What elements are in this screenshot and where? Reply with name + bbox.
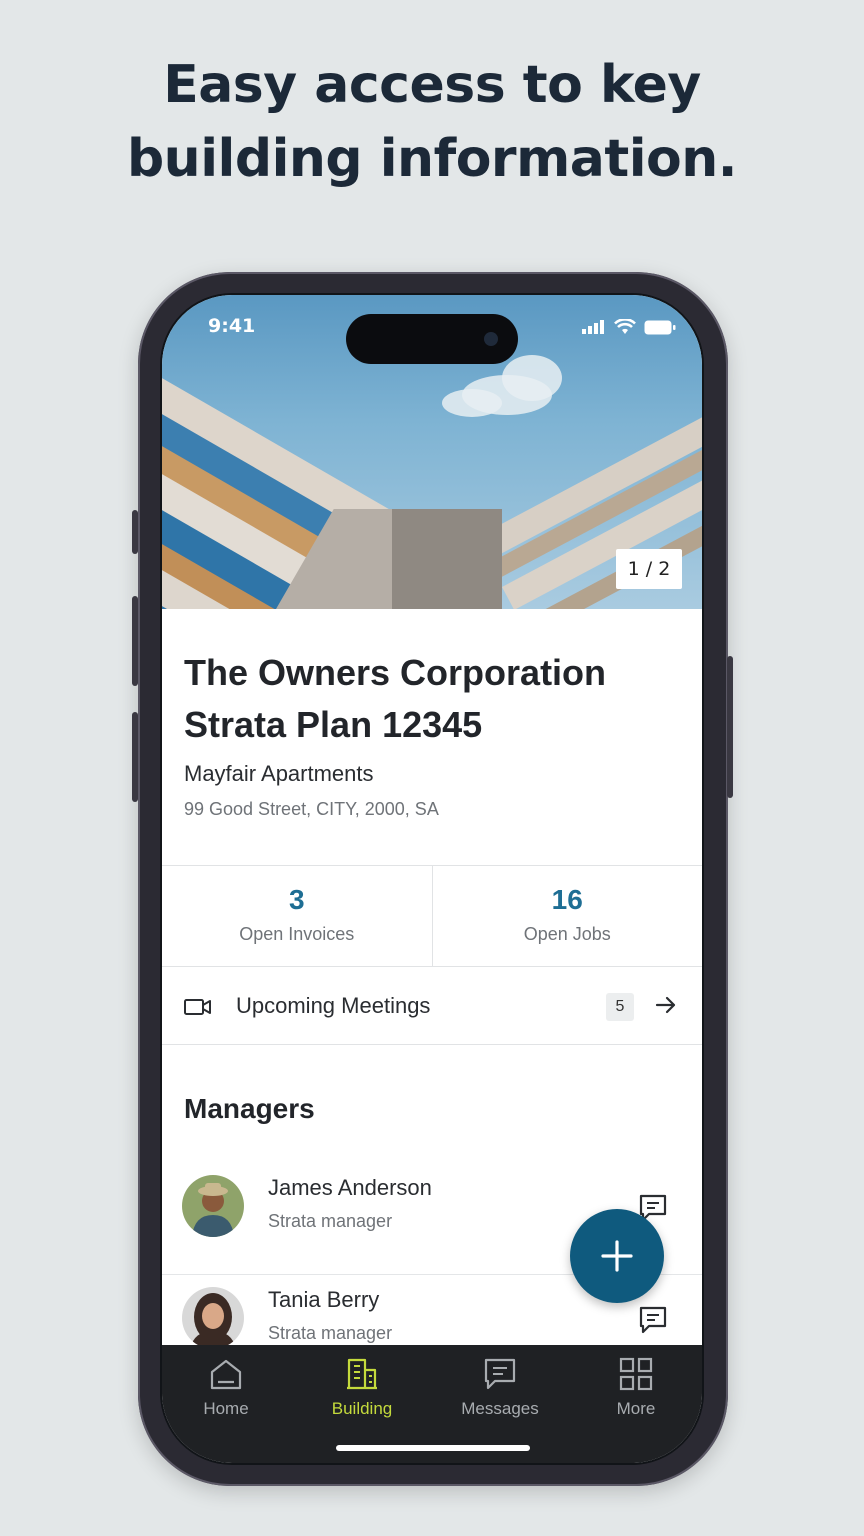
open-invoices-count: 3 [288, 884, 305, 915]
nav-item-more[interactable]: More [586, 1357, 686, 1419]
manager-name: Tania Berry [268, 1287, 380, 1312]
status-icons [582, 319, 676, 335]
building-title-line-1: The Owners Corporation [184, 652, 607, 693]
headline-line-1: Easy access to key [163, 55, 701, 115]
avatar [182, 1175, 244, 1237]
nav-label-building: Building [331, 1399, 393, 1418]
stats-row: 3 Open Invoices 16 Open Jobs [162, 865, 702, 967]
nav-item-building[interactable]: Building [312, 1357, 412, 1419]
wifi-icon [614, 319, 636, 334]
chat-icon[interactable] [638, 1305, 668, 1335]
building-title: The Owners Corporation Strata Plan 12345 [184, 647, 684, 751]
nav-item-messages[interactable]: Messages [450, 1357, 550, 1419]
nav-label-messages: Messages [461, 1399, 539, 1418]
open-invoices-label: Open Invoices [239, 924, 355, 944]
headline-line-2: building information. [126, 129, 738, 189]
building-name: Mayfair Apartments [184, 761, 374, 786]
home-icon [210, 1359, 242, 1390]
phone-volume-down-button [132, 712, 138, 802]
phone-action-button [132, 510, 138, 554]
signal-icon [582, 320, 604, 334]
battery-icon [644, 320, 676, 334]
plus-icon [601, 1240, 633, 1272]
phone-bezel: 1 / 2 9:41 The Owners Corporation Strata… [160, 293, 704, 1465]
dynamic-island [346, 314, 518, 364]
open-jobs-count: 16 [551, 884, 583, 915]
message-icon [484, 1358, 516, 1390]
avatar [182, 1287, 244, 1349]
cloud [442, 389, 502, 417]
app-screen: 1 / 2 9:41 The Owners Corporation Strata… [162, 295, 702, 1463]
meetings-count-badge: 5 [606, 993, 634, 1021]
grid-icon [619, 1357, 653, 1391]
camera-icon [484, 332, 498, 346]
headline: Easy access to key building information. [0, 48, 864, 196]
manager-name: James Anderson [268, 1175, 432, 1200]
nav-label-home: Home [203, 1399, 249, 1418]
home-indicator[interactable] [336, 1445, 530, 1451]
cloud [502, 355, 562, 401]
nav-label-more: More [616, 1399, 656, 1418]
video-icon [184, 999, 211, 1015]
building-title-line-2: Strata Plan 12345 [184, 704, 483, 745]
phone-volume-up-button [132, 596, 138, 686]
manager-role: Strata manager [268, 1323, 393, 1343]
nav-item-home[interactable]: Home [176, 1357, 276, 1419]
arrow-right-icon [655, 996, 676, 1014]
building-tower-shadow [392, 509, 502, 609]
photo-counter: 1 / 2 [616, 549, 682, 589]
open-jobs-card[interactable]: 16 Open Jobs [431, 866, 703, 966]
open-jobs-label: Open Jobs [523, 924, 611, 944]
open-invoices-card[interactable]: 3 Open Invoices [162, 866, 432, 966]
managers-heading: Managers [184, 1093, 315, 1124]
status-time: 9:41 [208, 315, 256, 337]
add-button[interactable] [570, 1209, 664, 1303]
manager-role: Strata manager [268, 1211, 393, 1231]
upcoming-meetings-row[interactable]: Upcoming Meetings 5 [162, 969, 702, 1045]
building-address: 99 Good Street, CITY, 2000, SA [184, 799, 439, 819]
upcoming-meetings-label: Upcoming Meetings [236, 993, 431, 1018]
phone-power-button [727, 656, 733, 798]
building-icon [347, 1358, 377, 1390]
